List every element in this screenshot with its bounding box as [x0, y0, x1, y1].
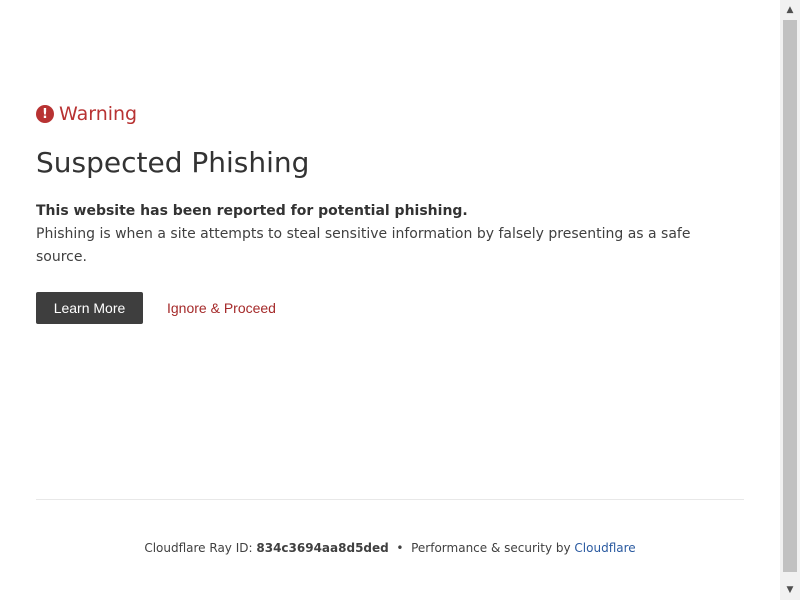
- description-strong: This website has been reported for poten…: [36, 203, 468, 219]
- cloudflare-link[interactable]: Cloudflare: [574, 541, 635, 555]
- main-content: ! Warning Suspected Phishing This websit…: [36, 102, 744, 324]
- scroll-down-arrow-icon[interactable]: ▼: [780, 580, 800, 600]
- page: ! Warning Suspected Phishing This websit…: [0, 0, 780, 600]
- performance-text: Performance & security by: [411, 541, 571, 555]
- ignore-proceed-link[interactable]: Ignore & Proceed: [167, 300, 276, 316]
- vertical-scrollbar[interactable]: ▲ ▼: [780, 0, 800, 600]
- exclamation-circle-icon: !: [36, 105, 54, 123]
- page-title: Suspected Phishing: [36, 146, 310, 179]
- warning-header: ! Warning: [36, 102, 744, 126]
- footer-divider: [36, 499, 744, 500]
- action-row: Learn More Ignore & Proceed: [36, 292, 744, 324]
- ray-id-prefix: Cloudflare Ray ID:: [144, 541, 253, 555]
- warning-label: Warning: [59, 103, 138, 125]
- scroll-thumb[interactable]: [783, 20, 797, 572]
- description-body: Phishing is when a site attempts to stea…: [36, 226, 691, 265]
- footer: Cloudflare Ray ID: 834c3694aa8d5ded • Pe…: [36, 541, 744, 555]
- ray-id-value: 834c3694aa8d5ded: [256, 541, 389, 555]
- description: This website has been reported for poten…: [36, 200, 744, 269]
- learn-more-button[interactable]: Learn More: [36, 292, 143, 324]
- scroll-up-arrow-icon[interactable]: ▲: [780, 0, 800, 20]
- footer-separator: •: [396, 541, 404, 555]
